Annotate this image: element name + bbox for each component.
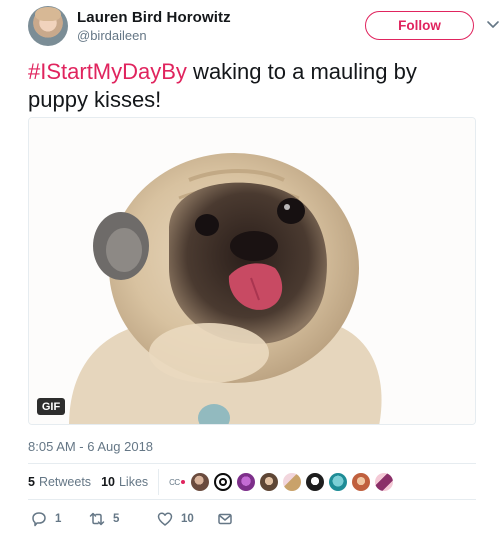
retweet-button[interactable]: 5 <box>89 511 157 527</box>
pug-illustration <box>29 118 475 424</box>
like-button[interactable]: 10 <box>157 511 217 527</box>
retweets-label: Retweets <box>38 475 92 489</box>
reply-button[interactable]: 1 <box>31 511 89 527</box>
reply-icon <box>32 512 46 527</box>
retweets-count: 5 <box>28 475 35 489</box>
likes-count: 10 <box>101 475 115 489</box>
retweet-count: 5 <box>113 513 120 525</box>
direct-message-button[interactable] <box>217 511 241 527</box>
engagement-stats: 5 Retweets 10 Likes CC <box>28 469 398 495</box>
heart-icon <box>157 512 173 526</box>
avatar[interactable] <box>351 473 370 491</box>
avatar[interactable] <box>28 6 68 46</box>
retweet-icon <box>89 512 105 526</box>
likes-label: Likes <box>118 475 149 489</box>
avatar[interactable] <box>305 473 324 491</box>
avatar[interactable] <box>236 473 255 491</box>
tweet-text: #IStartMyDayBy waking to a mauling by pu… <box>28 58 478 114</box>
retweets-stat[interactable]: 5 Retweets <box>28 475 91 489</box>
avatar[interactable] <box>282 473 301 491</box>
chevron-down-icon[interactable] <box>486 17 500 31</box>
likes-stat[interactable]: 10 Likes <box>101 475 148 489</box>
user-handle[interactable]: @birdaileen <box>77 28 147 43</box>
gif-badge: GIF <box>37 398 65 415</box>
tweet-actions: 1 5 10 <box>28 509 241 529</box>
follow-button[interactable]: Follow <box>365 11 474 40</box>
avatar[interactable] <box>213 473 232 491</box>
gif-media[interactable]: GIF <box>28 117 476 425</box>
message-icon <box>218 513 232 525</box>
divider-top <box>28 463 476 464</box>
timestamp[interactable]: 8:05 AM - 6 Aug 2018 <box>28 439 153 454</box>
avatar[interactable] <box>190 473 209 491</box>
user-name[interactable]: Lauren Bird Horowitz <box>77 9 231 26</box>
avatar[interactable] <box>374 473 393 491</box>
liker-avatars <box>190 473 398 491</box>
like-count: 10 <box>181 513 194 525</box>
tweet-header: Lauren Bird Horowitz @birdaileen Follow <box>28 6 499 46</box>
avatar[interactable] <box>259 473 278 491</box>
cc-icon: CC <box>169 478 185 487</box>
reply-count: 1 <box>55 513 62 525</box>
divider-bottom <box>28 499 476 500</box>
avatar[interactable] <box>328 473 347 491</box>
stats-separator <box>158 469 160 495</box>
hashtag-link[interactable]: #IStartMyDayBy <box>28 59 187 84</box>
